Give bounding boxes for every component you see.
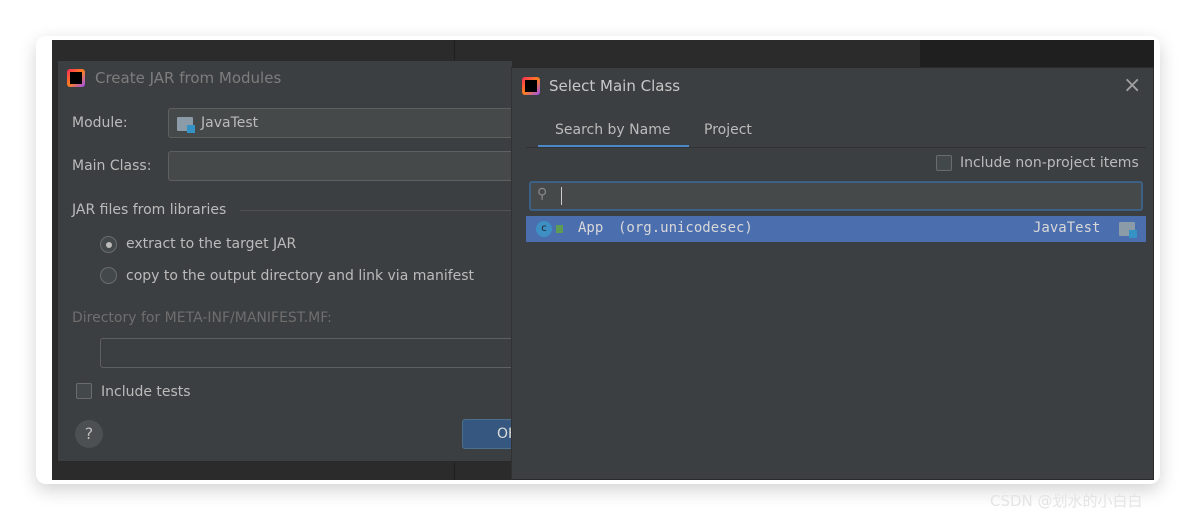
divider: [240, 210, 520, 211]
radio-extract[interactable]: [100, 236, 117, 253]
radio-copy[interactable]: [100, 267, 117, 284]
close-icon[interactable]: ×: [1123, 73, 1141, 98]
manifest-label: Directory for META-INF/MANIFEST.MF:: [72, 310, 332, 326]
class-icon: c: [536, 221, 552, 237]
include-non-project-label[interactable]: Include non-project items: [960, 155, 1139, 171]
select-main-class-dialog: Select Main Class × Search by Name Proje…: [511, 67, 1154, 480]
tab-divider: [526, 147, 1146, 148]
include-tests-checkbox[interactable]: [76, 383, 92, 399]
module-select[interactable]: JavaTest: [168, 108, 518, 138]
result-package: (org.unicodesec): [618, 220, 753, 236]
radio-extract-label[interactable]: extract to the target JAR: [126, 236, 296, 252]
text-cursor: [561, 187, 562, 205]
include-tests-label[interactable]: Include tests: [101, 384, 191, 400]
dialog-title: Create JAR from Modules: [95, 69, 282, 87]
tab-project[interactable]: Project: [704, 122, 752, 138]
intellij-logo-icon: [67, 69, 85, 87]
help-button[interactable]: ?: [75, 420, 103, 448]
create-jar-dialog: Create JAR from Modules Module: JavaTest…: [57, 60, 522, 462]
module-folder-icon: [177, 117, 195, 133]
module-label: Module:: [72, 115, 128, 131]
dialog-title: Select Main Class: [549, 77, 681, 95]
radio-copy-label[interactable]: copy to the output directory and link vi…: [126, 268, 474, 284]
watermark: CSDN @划水的小白白: [990, 492, 1143, 510]
result-module: JavaTest: [1033, 220, 1101, 236]
manifest-directory-field[interactable]: [100, 338, 520, 368]
module-folder-icon: [1119, 222, 1137, 238]
tab-search-by-name[interactable]: Search by Name: [555, 122, 670, 138]
main-class-field[interactable]: [168, 151, 518, 181]
result-name: App: [578, 220, 604, 236]
intellij-logo-icon: [522, 77, 540, 95]
libraries-heading: JAR files from libraries: [72, 202, 227, 218]
search-input[interactable]: ⚲: [529, 181, 1143, 211]
module-value: JavaTest: [201, 115, 259, 131]
public-lock-icon: [556, 225, 563, 233]
search-icon: ⚲: [537, 186, 548, 202]
result-row[interactable]: c App (org.unicodesec) JavaTest: [526, 216, 1146, 242]
main-class-label: Main Class:: [72, 158, 152, 174]
include-non-project-checkbox[interactable]: [936, 155, 952, 171]
